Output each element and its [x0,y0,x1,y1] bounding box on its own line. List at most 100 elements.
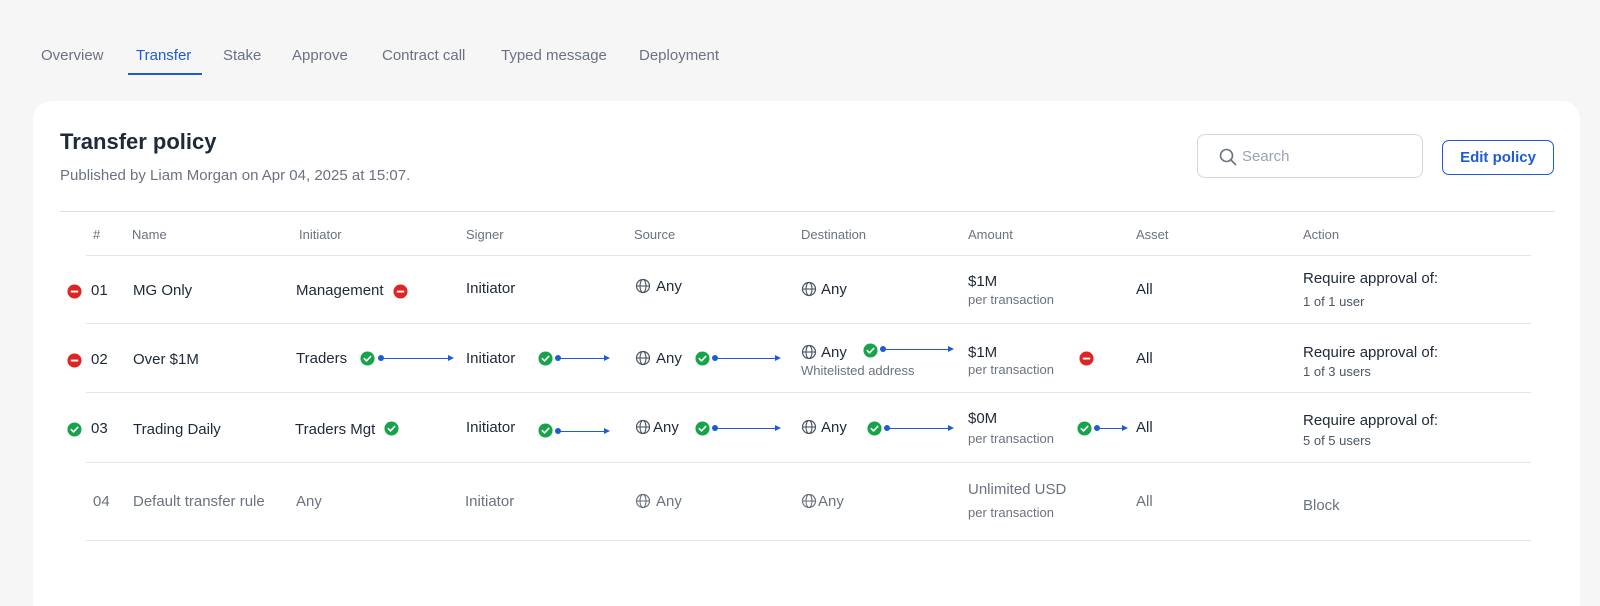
destination-value: Any [821,281,847,298]
tab-contract-call[interactable]: Contract call [382,47,465,64]
globe-icon [635,493,651,509]
flow-arrow [880,344,954,354]
tab-deployment[interactable]: Deployment [639,47,719,64]
column-header-source: Source [634,227,676,242]
asset-value: All [1136,493,1153,510]
action-value: Require approval of: [1303,412,1439,429]
flow-arrow [884,423,954,433]
amount-value: $1M [968,344,998,361]
column-header-signer: Signer [466,227,504,242]
amount-period: per transaction [968,292,1054,307]
initiator-value: Traders [296,350,348,367]
action-value: Require approval of: [1303,344,1439,361]
approval-count: 1 of 1 user [1303,294,1365,309]
destination-value: Any [821,419,847,436]
amount-value: Unlimited USD [968,481,1067,498]
check-circle-icon [384,421,399,436]
action-value: Require approval of: [1303,270,1439,287]
source-value: Any [656,278,682,295]
divider [86,540,1531,541]
row-number: 01 [91,282,108,299]
amount-period: per transaction [968,431,1054,446]
globe-icon [801,493,817,509]
approval-count: 1 of 3 users [1303,364,1371,379]
flow-arrow [712,353,781,363]
minus-circle-icon [1079,351,1094,366]
published-info: Published by Liam Morgan on Apr 04, 2025… [60,167,411,184]
rule-name: MG Only [133,282,193,299]
row-number: 03 [91,420,108,437]
amount-period: per transaction [968,362,1054,377]
initiator-value: Any [296,493,322,510]
amount-period: per transaction [968,505,1054,520]
minus-circle-icon [393,284,408,299]
column-header-destination: Destination [801,227,867,242]
tab-transfer[interactable]: Transfer [136,47,191,64]
flow-arrow [378,353,454,363]
initiator-value: Management [296,282,384,299]
action-value: Block [1303,497,1340,514]
column-header-number: # [93,227,101,242]
divider [86,462,1531,463]
check-circle-icon [863,343,878,358]
check-circle-icon [67,422,82,437]
check-circle-icon [1077,421,1092,436]
signer-value: Initiator [466,419,516,436]
globe-icon [635,350,651,366]
policy-card: Transfer policy Published by Liam Morgan… [33,101,1580,606]
destination-value: Any [818,493,844,510]
globe-icon [801,344,817,360]
signer-value: Initiator [465,493,515,510]
globe-icon [801,419,817,435]
rule-name: Over $1M [133,351,199,368]
signer-value: Initiator [466,280,516,297]
column-header-asset: Asset [1136,227,1169,242]
check-circle-icon [695,351,710,366]
destination-value: Any [821,344,847,361]
asset-value: All [1136,281,1153,298]
source-value: Any [656,350,682,367]
active-tab-indicator [128,73,202,75]
tab-stake[interactable]: Stake [223,47,261,64]
search-box[interactable] [1197,134,1423,178]
check-circle-icon [538,423,553,438]
flow-arrow [712,423,781,433]
page-title: Transfer policy [60,129,217,154]
divider [86,323,1531,324]
flow-arrow [1094,423,1128,433]
column-header-initiator: Initiator [299,227,342,242]
column-header-amount: Amount [968,227,1013,242]
edit-policy-button[interactable]: Edit policy [1442,140,1554,175]
rule-name: Default transfer rule [133,493,265,510]
check-circle-icon [867,421,882,436]
search-icon [1219,148,1237,166]
minus-circle-icon [67,284,82,299]
minus-circle-icon [67,353,82,368]
column-header-action: Action [1303,227,1340,242]
amount-value: $0M [968,410,998,427]
flow-arrow [555,353,610,363]
check-circle-icon [695,421,710,436]
globe-icon [635,278,651,294]
check-circle-icon [538,351,553,366]
row-number: 02 [91,351,108,368]
source-value: Any [656,493,682,510]
approval-count: 5 of 5 users [1303,433,1371,448]
divider [86,392,1531,393]
asset-value: All [1136,350,1153,367]
rule-name: Trading Daily [133,421,221,438]
column-header-name: Name [132,227,167,242]
tab-typed-message[interactable]: Typed message [501,47,607,64]
initiator-value: Traders Mgt [295,421,376,438]
tab-overview[interactable]: Overview [41,47,104,64]
destination-detail: Whitelisted address [801,363,915,378]
search-input[interactable] [1242,144,1412,168]
amount-value: $1M [968,273,998,290]
divider [60,211,1555,212]
check-circle-icon [360,351,375,366]
signer-value: Initiator [466,350,516,367]
source-value: Any [653,419,679,436]
flow-arrow [555,426,610,436]
row-number: 04 [93,493,110,510]
tab-approve[interactable]: Approve [292,47,348,64]
